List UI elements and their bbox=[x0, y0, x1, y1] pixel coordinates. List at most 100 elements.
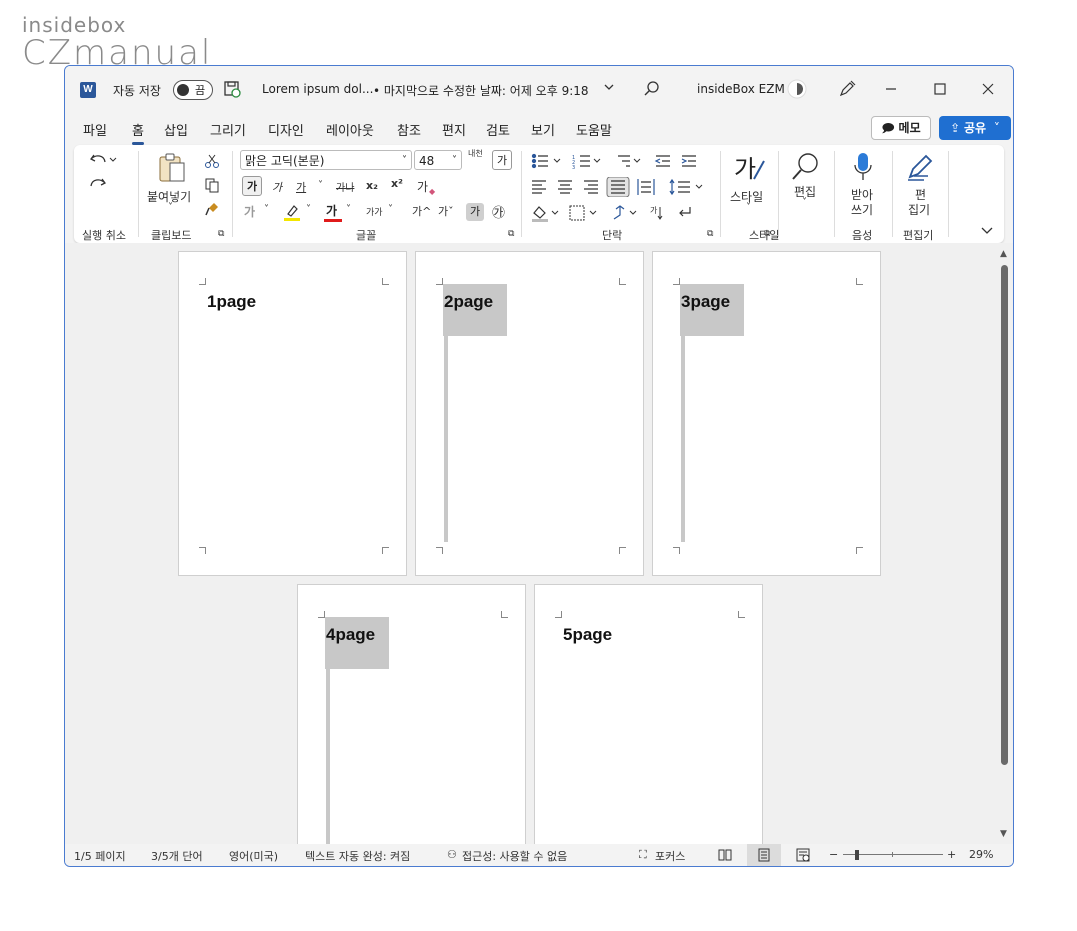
dialog-launcher-icon[interactable]: ⧉ bbox=[764, 229, 770, 239]
chevron-down-icon[interactable]: ˅ bbox=[264, 204, 269, 215]
memo-button[interactable]: 🗩 메모 bbox=[871, 116, 931, 140]
tab-layout[interactable]: 레이아웃 bbox=[326, 120, 374, 139]
avatar-icon[interactable] bbox=[787, 79, 807, 99]
minimize-icon[interactable] bbox=[884, 82, 898, 96]
cut-icon[interactable] bbox=[204, 153, 220, 169]
scroll-up-icon[interactable]: ▲ bbox=[1000, 249, 1007, 259]
share-button[interactable]: ⇪ 공유 ˅ bbox=[939, 116, 1011, 140]
page-3[interactable]: 3page bbox=[652, 251, 881, 576]
phonetic-guide-button[interactable]: 내천 bbox=[468, 149, 486, 158]
chevron-down-icon[interactable]: ˅ bbox=[346, 204, 351, 215]
change-case-button[interactable]: 가가 bbox=[366, 205, 383, 218]
chevron-down-icon[interactable]: ˅ bbox=[318, 180, 323, 191]
dialog-launcher-icon[interactable]: ⧉ bbox=[508, 229, 514, 239]
crop-mark bbox=[199, 278, 206, 285]
crop-mark bbox=[382, 278, 389, 285]
tab-mailings[interactable]: 편지 bbox=[442, 120, 466, 139]
grow-font-button[interactable]: 가^ bbox=[412, 203, 431, 219]
close-icon[interactable] bbox=[981, 82, 995, 96]
status-words[interactable]: 3/5개 단어 bbox=[151, 848, 203, 864]
page-2[interactable]: 2page bbox=[415, 251, 644, 576]
enclose-characters-button[interactable]: ㉮ bbox=[492, 202, 505, 221]
crop-mark bbox=[856, 547, 863, 554]
tab-draw[interactable]: 그리기 bbox=[210, 120, 246, 139]
user-name[interactable]: insideBox EZM bbox=[697, 82, 785, 96]
tab-home[interactable]: 홈 bbox=[132, 120, 144, 145]
save-icon[interactable] bbox=[223, 80, 241, 98]
font-color-button[interactable]: 가 bbox=[326, 202, 337, 219]
tab-file[interactable]: 파일 bbox=[83, 120, 107, 139]
copy-icon[interactable] bbox=[204, 177, 220, 193]
subscript-button[interactable]: x₂ bbox=[366, 179, 378, 192]
page-1[interactable]: 1page bbox=[178, 251, 407, 576]
undo-icon[interactable] bbox=[88, 151, 118, 169]
zoom-level[interactable]: 29% bbox=[969, 848, 993, 861]
clear-formatting-button[interactable]: 가 bbox=[417, 178, 428, 195]
search-icon[interactable] bbox=[643, 80, 661, 98]
tab-insert[interactable]: 삽입 bbox=[164, 120, 188, 139]
shrink-font-button[interactable]: 가ˇ bbox=[438, 203, 454, 219]
web-layout-icon[interactable] bbox=[795, 847, 811, 863]
font-size-select[interactable]: 48 ˅ bbox=[414, 150, 462, 170]
print-layout-button[interactable] bbox=[747, 844, 781, 866]
vertical-scrollbar[interactable]: ▲ ▼ bbox=[997, 243, 1013, 844]
tab-view[interactable]: 보기 bbox=[531, 120, 555, 139]
highlight-icon[interactable] bbox=[282, 202, 302, 222]
status-accessibility[interactable]: 접근성: 사용할 수 없음 bbox=[462, 848, 567, 864]
scroll-down-icon[interactable]: ▼ bbox=[1000, 829, 1007, 839]
tab-help[interactable]: 도움말 bbox=[576, 120, 612, 139]
superscript-button[interactable]: x² bbox=[391, 177, 403, 190]
status-autocomplete[interactable]: 텍스트 자동 완성: 켜짐 bbox=[305, 848, 410, 864]
page-5[interactable]: 5page bbox=[534, 584, 763, 844]
styles-icon[interactable]: 가 bbox=[732, 151, 768, 185]
ribbon-collapse-chevron-icon[interactable] bbox=[980, 223, 994, 237]
maximize-icon[interactable] bbox=[933, 82, 947, 96]
format-painter-icon[interactable] bbox=[204, 201, 220, 217]
tab-references[interactable]: 참조 bbox=[397, 120, 421, 139]
status-page[interactable]: 1/5 페이지 bbox=[74, 848, 126, 864]
scroll-thumb[interactable] bbox=[1001, 265, 1008, 765]
focus-icon[interactable]: ⛶ bbox=[639, 848, 647, 862]
autosave-toggle[interactable]: 끔 bbox=[173, 80, 213, 100]
crop-mark bbox=[856, 278, 863, 285]
chevron-down-icon[interactable]: ˅ bbox=[746, 202, 751, 213]
chevron-down-icon[interactable]: ˅ bbox=[802, 197, 807, 208]
last-modified[interactable]: • 마지막으로 수정한 날짜: 어제 오후 9:18 bbox=[373, 82, 589, 99]
status-focus[interactable]: 포커스 bbox=[655, 848, 685, 864]
tab-review[interactable]: 검토 bbox=[486, 120, 510, 139]
text-effects-button[interactable]: 가 bbox=[244, 203, 255, 220]
accessibility-icon[interactable]: ⚇ bbox=[447, 848, 457, 861]
pen-icon[interactable] bbox=[837, 79, 857, 99]
status-language[interactable]: 영어(미국) bbox=[229, 848, 278, 864]
dialog-launcher-icon[interactable]: ⧉ bbox=[218, 229, 224, 239]
dictate-label-line2[interactable]: 쓰기 bbox=[851, 201, 873, 218]
underline-button[interactable]: 가 bbox=[296, 179, 306, 195]
page-4[interactable]: 4page bbox=[297, 584, 526, 844]
strikethrough-button[interactable]: 가나 bbox=[336, 179, 354, 194]
selection-bar bbox=[326, 669, 330, 844]
character-shading-button[interactable]: 가 bbox=[466, 203, 484, 221]
chevron-down-icon[interactable]: ˅ bbox=[306, 204, 311, 215]
font-name-select[interactable]: 맑은 고딕(본문) ˅ bbox=[240, 150, 412, 170]
bold-button[interactable]: 가 bbox=[242, 176, 262, 196]
editor-label-line2[interactable]: 집기 bbox=[908, 201, 930, 218]
chevron-down-icon[interactable] bbox=[602, 80, 616, 96]
paste-icon[interactable] bbox=[156, 151, 188, 185]
editor-icon[interactable] bbox=[904, 151, 936, 183]
character-border-button[interactable]: 가 bbox=[492, 150, 512, 170]
chevron-down-icon[interactable]: ˅ bbox=[388, 204, 393, 215]
zoom-in-icon[interactable]: + bbox=[947, 848, 956, 861]
microphone-icon[interactable] bbox=[852, 151, 874, 183]
zoom-slider-thumb[interactable] bbox=[855, 850, 859, 860]
redo-icon[interactable] bbox=[88, 175, 108, 193]
zoom-out-icon[interactable]: − bbox=[829, 848, 838, 861]
tab-design[interactable]: 디자인 bbox=[268, 120, 304, 139]
chevron-down-icon[interactable]: ˅ bbox=[168, 202, 173, 213]
document-canvas[interactable]: 1page 2page 3page 4page 5page bbox=[65, 243, 997, 844]
document-title[interactable]: Lorem ipsum dol... bbox=[262, 82, 373, 96]
group-separator bbox=[948, 151, 949, 237]
read-mode-icon[interactable] bbox=[717, 847, 733, 863]
italic-button[interactable]: 가 bbox=[272, 179, 282, 195]
dialog-launcher-icon[interactable]: ⧉ bbox=[707, 229, 713, 239]
find-icon[interactable] bbox=[790, 151, 822, 183]
